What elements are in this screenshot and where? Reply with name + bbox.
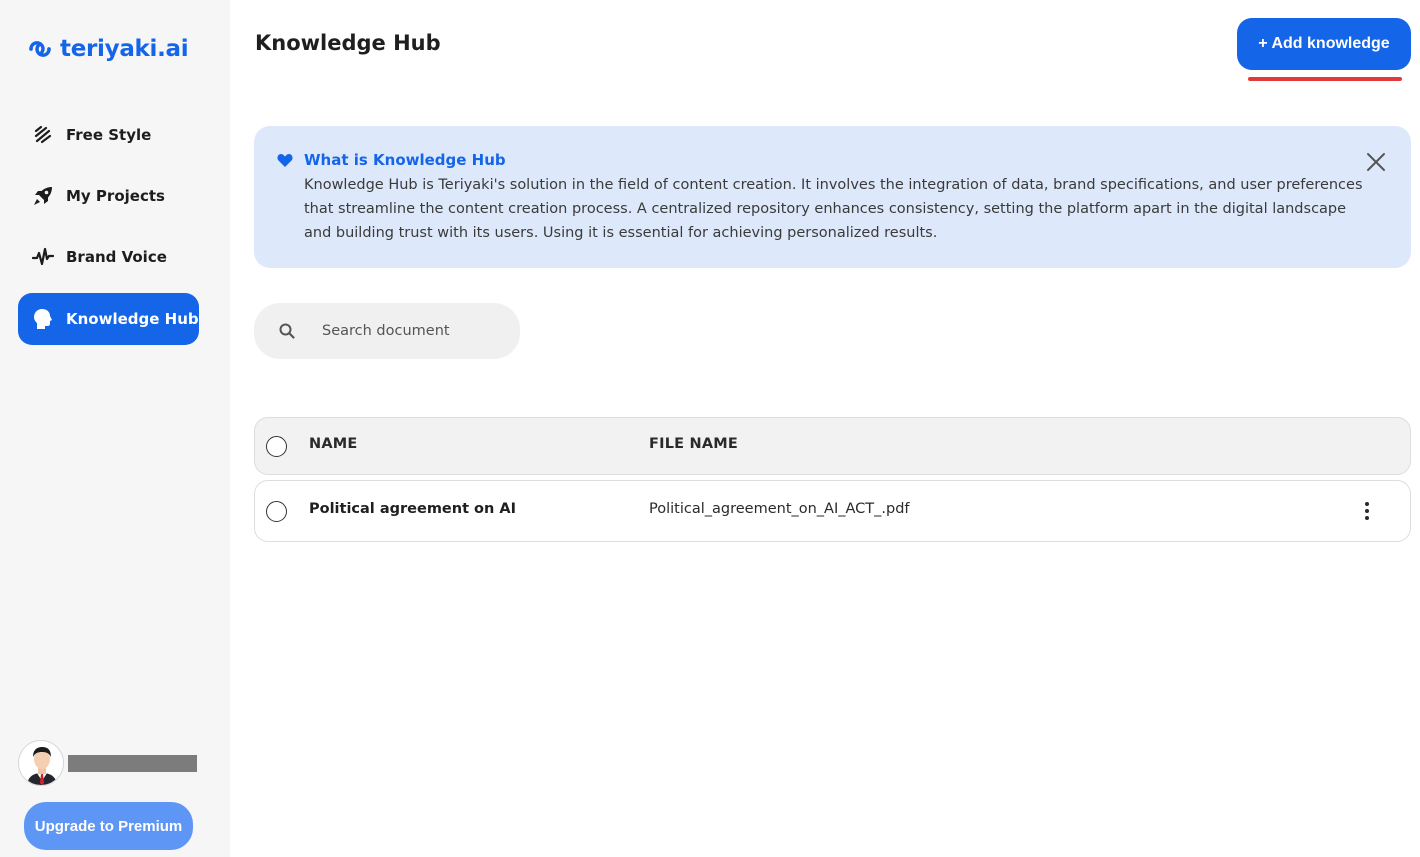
add-knowledge-button[interactable]: + Add knowledge [1237, 18, 1411, 70]
brand-logo[interactable]: teriyaki.ai [26, 32, 189, 66]
heart-icon [277, 154, 293, 167]
info-title: What is Knowledge Hub [304, 151, 506, 169]
document-name: Political agreement on AI [309, 501, 517, 517]
avatar-icon [19, 741, 63, 785]
table-row[interactable]: Political agreement on AI Political_agre… [254, 480, 1411, 542]
column-header-name[interactable]: NAME [309, 436, 358, 452]
sidebar-item-label: Free Style [66, 126, 152, 144]
table-header: NAME FILE NAME [254, 417, 1411, 475]
page-title: Knowledge Hub [255, 31, 441, 55]
document-file-name: Political_agreement_on_AI_ACT_.pdf [649, 501, 910, 517]
head-icon [32, 308, 54, 330]
row-select-radio[interactable] [266, 501, 287, 522]
info-banner: What is Knowledge Hub Knowledge Hub is T… [254, 126, 1411, 268]
waveform-icon [32, 246, 54, 268]
close-icon[interactable] [1364, 150, 1388, 174]
annotation-underline [1248, 77, 1402, 81]
upgrade-to-premium-button[interactable]: Upgrade to Premium [24, 802, 193, 850]
free-style-icon [32, 124, 54, 146]
sidebar-item-free-style[interactable]: Free Style [18, 109, 199, 161]
search-box [254, 303, 520, 359]
sidebar-item-brand-voice[interactable]: Brand Voice [18, 231, 199, 283]
brand-name: teriyaki.ai [60, 36, 189, 62]
sidebar-item-my-projects[interactable]: My Projects [18, 170, 199, 222]
user-name-redacted [68, 754, 197, 772]
sidebar-item-label: Brand Voice [66, 248, 167, 266]
logo-mark-icon [29, 41, 51, 57]
sidebar: teriyaki.ai Free Style My Projects Brand [0, 0, 230, 857]
more-options-icon[interactable] [1355, 499, 1379, 523]
rocket-icon [32, 185, 54, 207]
sidebar-item-label: Knowledge Hub [66, 310, 199, 328]
sidebar-item-knowledge-hub[interactable]: Knowledge Hub [18, 293, 199, 345]
user-profile[interactable] [18, 740, 197, 786]
column-header-file-name[interactable]: FILE NAME [649, 436, 738, 452]
search-input[interactable] [322, 303, 512, 359]
search-icon [279, 323, 295, 339]
info-text: Knowledge Hub is Teriyaki's solution in … [304, 177, 1363, 241]
sidebar-item-label: My Projects [66, 187, 165, 205]
avatar[interactable] [18, 740, 64, 786]
select-all-radio[interactable] [266, 436, 287, 457]
